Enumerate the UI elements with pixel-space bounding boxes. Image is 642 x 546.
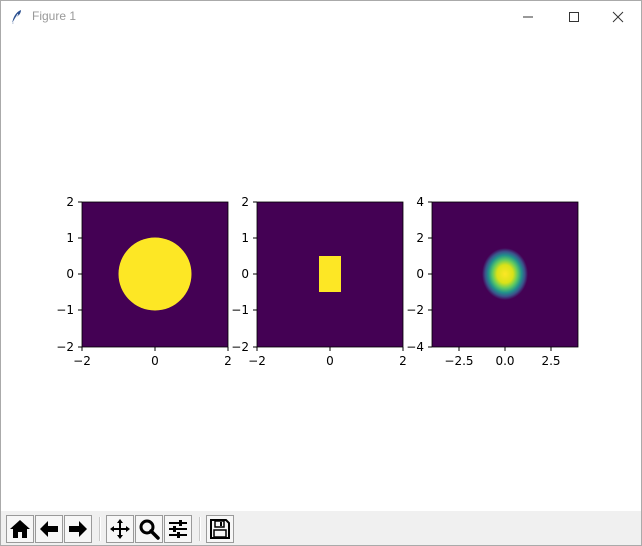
y-tick-label: 0 [416,267,424,281]
y-tick-label: 1 [241,231,249,245]
y-tick-label: 1 [66,231,74,245]
y-ticks: 4 2 0 −2 −4 [406,195,432,354]
subplot-rectangle: −2 0 2 2 1 0 −1 −2 [231,195,407,368]
circle-shape [118,237,192,311]
figure-svg: −2 0 2 2 1 0 −1 −2 −2 0 2 2 1 0 −1 −2 −2… [56,195,579,368]
feather-icon [11,10,21,25]
x-tick-label: 0 [326,354,334,368]
navigation-toolbar [1,511,641,545]
maximize-button[interactable] [551,1,597,32]
back-arrow-icon [40,521,58,537]
figure-window: Figure 1 −2 0 2 2 1 0 −1 −2 −2 0 2 2 1 0… [0,0,642,546]
subplot-gaussian: −2.5 0.0 2.5 4 2 0 −2 −4 [406,195,579,368]
x-tick-label: −2 [248,354,266,368]
y-tick-label: −2 [231,340,249,354]
minimize-button[interactable] [505,1,551,32]
x-tick-label: −2.5 [444,354,473,368]
back-button[interactable] [35,515,63,543]
y-tick-label: −2 [56,340,74,354]
y-tick-label: −1 [56,303,74,317]
y-ticks: 2 1 0 −1 −2 [56,195,82,354]
close-icon [612,11,624,22]
save-icon [210,519,230,539]
forward-arrow-icon [69,521,87,537]
y-tick-label: 0 [241,267,249,281]
rectangle-shape [319,256,341,292]
close-button[interactable] [595,1,641,32]
toolbar-separator [199,517,201,541]
y-tick-label: −2 [406,303,424,317]
x-ticks: −2 0 2 [248,347,407,368]
y-tick-label: 2 [416,231,424,245]
x-tick-label: 2 [224,354,232,368]
title-bar: Figure 1 [1,1,641,32]
x-tick-label: −2 [73,354,91,368]
y-tick-label: 2 [66,195,74,209]
subplot-circle: −2 0 2 2 1 0 −1 −2 [56,195,232,368]
zoom-button[interactable] [135,515,163,543]
x-tick-label: 0.0 [495,354,514,368]
configure-subplots-icon [169,520,187,538]
x-tick-label: 0 [151,354,159,368]
minimize-icon [523,16,533,17]
window-title: Figure 1 [32,9,77,23]
y-tick-label: 2 [241,195,249,209]
toolbar-separator [99,517,101,541]
y-tick-label: −4 [406,340,424,354]
maximize-icon [569,11,579,22]
y-ticks: 2 1 0 −1 −2 [231,195,257,354]
pan-icon [110,519,130,539]
x-ticks: −2 0 2 [73,347,232,368]
y-tick-label: −1 [231,303,249,317]
configure-subplots-button[interactable] [164,515,192,543]
x-ticks: −2.5 0.0 2.5 [444,347,561,368]
zoom-icon [139,519,160,540]
home-icon [10,520,30,538]
figure-canvas[interactable]: −2 0 2 2 1 0 −1 −2 −2 0 2 2 1 0 −1 −2 −2… [1,32,641,511]
gaussian-blob [482,248,528,300]
save-button[interactable] [206,515,234,543]
pan-button[interactable] [106,515,134,543]
y-tick-label: 4 [416,195,424,209]
y-tick-label: 0 [66,267,74,281]
x-tick-label: 2.5 [541,354,560,368]
forward-button[interactable] [64,515,92,543]
home-button[interactable] [6,515,34,543]
x-tick-label: 2 [399,354,407,368]
